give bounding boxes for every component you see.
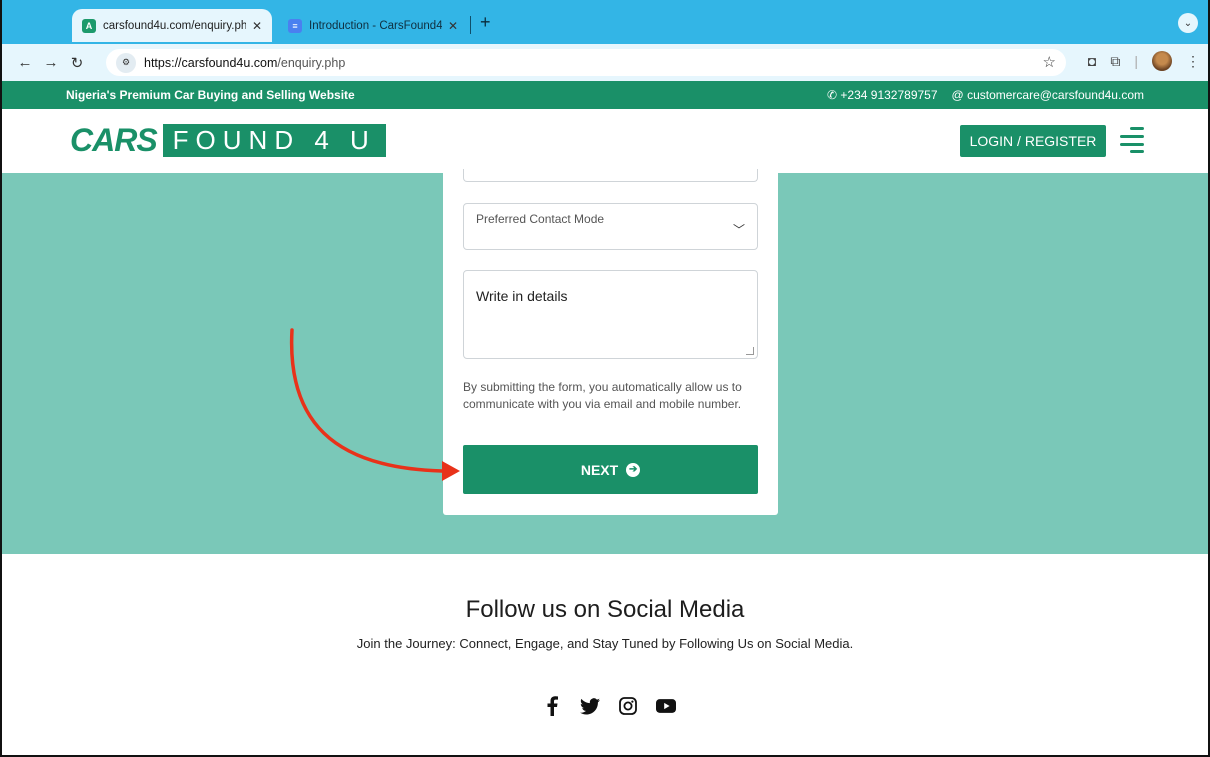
back-icon[interactable]: ← bbox=[12, 54, 38, 71]
contact-mode-select[interactable]: Preferred Contact Mode ﹀ bbox=[463, 203, 758, 250]
logo-found: FOUND 4 U bbox=[162, 123, 386, 157]
at-icon: @ bbox=[951, 88, 964, 102]
forward-icon[interactable]: → bbox=[38, 54, 64, 71]
youtube-icon[interactable] bbox=[656, 696, 676, 716]
hamburger-menu-icon[interactable] bbox=[1120, 127, 1144, 153]
tab-enquiry[interactable]: A carsfound4u.com/enquiry.php ✕ bbox=[72, 9, 272, 42]
login-register-button[interactable]: LOGIN / REGISTER bbox=[960, 125, 1106, 157]
social-subtitle: Join the Journey: Connect, Engage, and S… bbox=[356, 636, 854, 651]
social-section: Follow us on Social Media Join the Journ… bbox=[2, 554, 1208, 755]
tab-title: Introduction - CarsFound4U bbox=[309, 19, 442, 32]
tab-title: carsfound4u.com/enquiry.php bbox=[103, 19, 246, 32]
contact-info: ✆ +234 9132789757 @ customercare@carsfou… bbox=[827, 88, 1144, 102]
details-placeholder: Write in details bbox=[476, 288, 568, 304]
close-icon[interactable]: ✕ bbox=[252, 19, 262, 33]
url-host: https://carsfound4u.com bbox=[144, 55, 278, 70]
site-info-icon[interactable]: ⚙ bbox=[116, 52, 136, 73]
toolbar-divider: | bbox=[1134, 53, 1138, 69]
menu-dots-icon[interactable]: ⋮ bbox=[1186, 53, 1200, 70]
phone-contact[interactable]: ✆ +234 9132789757 bbox=[827, 88, 938, 102]
facebook-icon[interactable] bbox=[542, 696, 562, 716]
new-tab-icon[interactable]: + bbox=[480, 12, 491, 33]
top-info-strip: Nigeria's Premium Car Buying and Selling… bbox=[2, 81, 1208, 109]
docs-icon: ≡ bbox=[288, 18, 302, 33]
enquiry-form: Preferred Contact Mode ﹀ Write in detail… bbox=[443, 169, 778, 515]
social-icons bbox=[542, 696, 676, 716]
social-title: Follow us on Social Media bbox=[465, 596, 745, 623]
resize-handle[interactable] bbox=[746, 347, 754, 355]
contact-mode-label: Preferred Contact Mode bbox=[476, 212, 605, 226]
phone-number: +234 9132789757 bbox=[840, 88, 938, 102]
camera-icon[interactable]: ◘ bbox=[1088, 53, 1096, 69]
close-icon[interactable]: ✕ bbox=[448, 19, 458, 33]
site-header: CARS FOUND 4 U LOGIN / REGISTER bbox=[2, 109, 1208, 173]
previous-field[interactable] bbox=[463, 169, 758, 182]
instagram-icon[interactable] bbox=[618, 696, 638, 716]
tab-separator bbox=[470, 16, 471, 34]
email-address: customercare@carsfound4u.com bbox=[967, 88, 1144, 102]
browser-toolbar: ← → ↻ ⚙ https://carsfound4u.com/enquiry.… bbox=[2, 44, 1208, 81]
site-logo[interactable]: CARS FOUND 4 U bbox=[70, 121, 386, 158]
twitter-icon[interactable] bbox=[580, 696, 600, 716]
logo-cars: CARS bbox=[70, 121, 158, 158]
site-a-icon: A bbox=[82, 18, 96, 33]
tab-introduction[interactable]: ≡ Introduction - CarsFound4U ✕ bbox=[278, 9, 468, 42]
tab-bar: A carsfound4u.com/enquiry.php ✕ ≡ Introd… bbox=[2, 0, 1208, 44]
form-disclaimer: By submitting the form, you automaticall… bbox=[463, 380, 742, 411]
profile-avatar[interactable] bbox=[1152, 51, 1172, 71]
address-bar[interactable]: ⚙ https://carsfound4u.com/enquiry.php ☆ bbox=[106, 49, 1066, 76]
phone-icon: ✆ bbox=[827, 88, 838, 102]
chevron-down-icon: ﹀ bbox=[732, 223, 745, 237]
bookmark-star-icon[interactable]: ☆ bbox=[1043, 53, 1056, 71]
next-label: NEXT bbox=[580, 461, 619, 478]
next-button[interactable]: NEXT ➔ bbox=[463, 445, 758, 494]
chevron-down-icon[interactable]: ⌄ bbox=[1178, 13, 1198, 33]
reload-icon[interactable]: ↻ bbox=[64, 54, 90, 72]
extensions-icon[interactable]: ⧉ bbox=[1110, 53, 1120, 70]
arrow-right-circle-icon: ➔ bbox=[626, 462, 641, 477]
browser-window: A carsfound4u.com/enquiry.php ✕ ≡ Introd… bbox=[0, 0, 1210, 757]
toolbar-actions: ◘ ⧉ | ⋮ bbox=[1088, 51, 1200, 71]
site-tagline: Nigeria's Premium Car Buying and Selling… bbox=[66, 88, 355, 102]
url-path: /enquiry.php bbox=[277, 55, 346, 70]
details-textarea[interactable]: Write in details bbox=[463, 270, 758, 359]
email-contact[interactable]: @ customercare@carsfound4u.com bbox=[952, 88, 1144, 102]
